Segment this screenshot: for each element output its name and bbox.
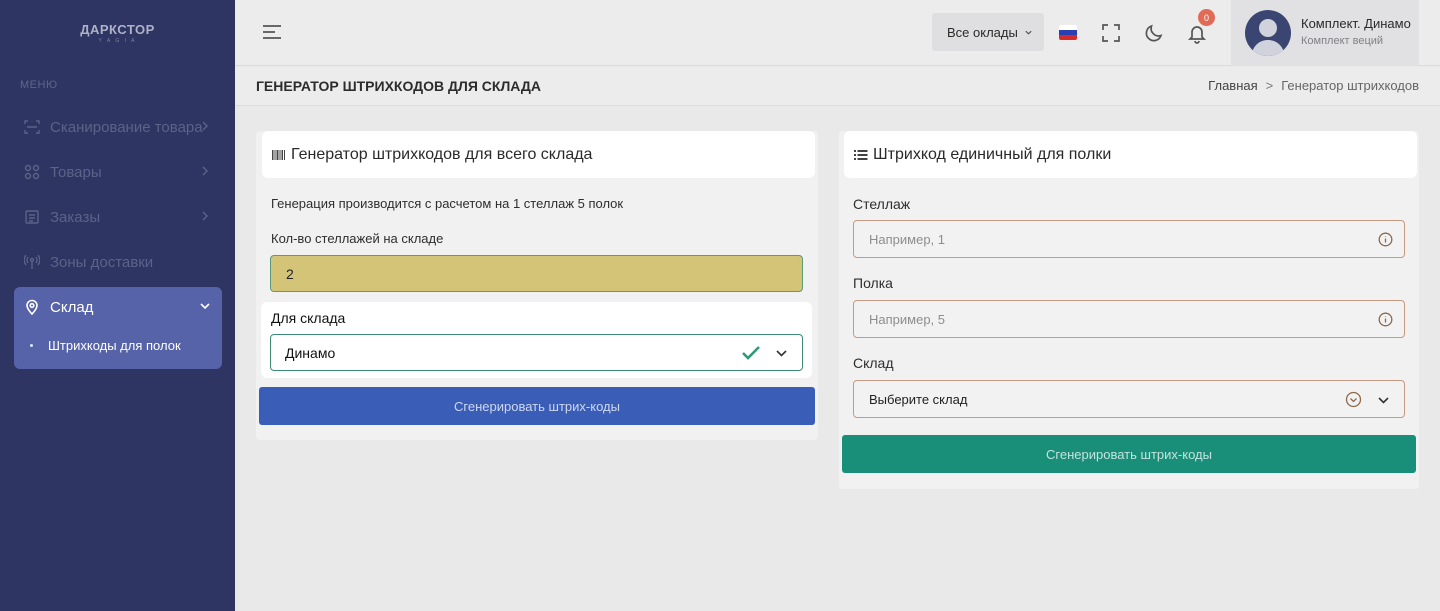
scan-icon <box>23 118 41 136</box>
check-icon <box>742 346 760 360</box>
sidebar: ДАРКСТОР Y A G I A МЕНЮ Сканирование тов… <box>0 0 235 611</box>
page-title: ГЕНЕРАТОР ШТРИХКОДОВ ДЛЯ СКЛАДА <box>256 78 541 94</box>
warehouse-select-right[interactable]: Выберите склад <box>853 380 1405 418</box>
shelf-input[interactable]: Например, 5 <box>853 300 1405 338</box>
chevron-circle-icon <box>1345 391 1362 408</box>
sidebar-item-orders[interactable]: Заказы <box>14 197 222 237</box>
warehouse-label: Склад <box>853 355 894 371</box>
chevron-right-icon <box>202 211 208 221</box>
user-avatar-icon <box>1251 19 1285 56</box>
for-warehouse-label: Для склада <box>271 310 346 326</box>
logo[interactable]: ДАРКСТОР Y A G I A <box>0 0 235 66</box>
fullscreen-icon[interactable] <box>1100 22 1122 44</box>
sidebar-subitem-shelf-barcodes[interactable]: Штрихкоды для полок <box>30 338 181 353</box>
notification-badge: 0 <box>1198 9 1215 26</box>
chevron-down-icon <box>776 350 787 357</box>
sidebar-item-label: Склад <box>50 298 94 316</box>
racks-count-value: 2 <box>286 265 294 282</box>
info-icon <box>1378 232 1393 247</box>
user-name: Комплект. Динамо <box>1301 16 1411 31</box>
user-role: Комплект веций <box>1301 35 1384 47</box>
menu-title: МЕНЮ <box>20 79 58 91</box>
bullet-icon <box>30 344 33 347</box>
grid-icon <box>23 163 41 181</box>
sidebar-item-label: Сканирование товара <box>50 118 203 136</box>
sidebar-item-label: Товары <box>50 163 102 181</box>
russian-flag-icon[interactable] <box>1059 25 1077 40</box>
racks-count-input[interactable]: 2 <box>270 255 803 292</box>
avatar <box>1245 10 1291 56</box>
sidebar-item-warehouse[interactable]: Склад <box>14 287 222 327</box>
sidebar-item-scan[interactable]: Сканирование товара <box>14 107 222 147</box>
warehouse-dropdown-value: Динамо <box>285 344 336 361</box>
info-icon <box>1378 312 1393 327</box>
menu-toggle-icon[interactable] <box>261 22 283 42</box>
racks-count-label: Кол-во стеллажей на складе <box>271 231 444 246</box>
breadcrumb-current: Генератор штрихкодов <box>1281 78 1419 93</box>
chevron-down-icon <box>1378 397 1389 404</box>
card-title: Штрихкод единичный для полки <box>873 145 1112 163</box>
shelf-input-placeholder: Например, 5 <box>869 311 946 327</box>
moon-icon[interactable] <box>1143 22 1165 44</box>
barcode-icon <box>272 149 285 160</box>
shelf-label: Полка <box>853 275 893 291</box>
generation-info-text: Генерация производится с расчетом на 1 с… <box>271 196 624 211</box>
breadcrumb-separator: > <box>1265 78 1274 93</box>
chevron-right-icon <box>202 121 208 131</box>
chevron-down-icon <box>200 303 210 310</box>
chevron-right-icon <box>202 166 208 176</box>
map-pin-icon <box>23 298 41 316</box>
warehouse-generator-card-header: Генератор штрихкодов для всего склада <box>262 131 815 178</box>
generate-warehouse-barcodes-button[interactable]: Сгенерировать штрих-коды <box>259 387 815 425</box>
generate-shelf-barcode-button[interactable]: Сгенерировать штрих-коды <box>842 435 1416 473</box>
breadcrumb: Главная > Генератор штрихкодов <box>1208 78 1419 93</box>
sidebar-item-products[interactable]: Товары <box>14 152 222 192</box>
rack-label: Стеллаж <box>853 196 911 212</box>
topbar: Все оклады 0 Комплект. Динамо Комплект в… <box>235 0 1440 66</box>
rack-input-placeholder: Например, 1 <box>869 231 946 247</box>
rack-input[interactable]: Например, 1 <box>853 220 1405 258</box>
list-icon <box>854 149 868 160</box>
warehouse-select[interactable]: Все оклады <box>932 13 1044 51</box>
sidebar-item-delivery-zones[interactable]: Зоны доставки <box>14 242 222 282</box>
page-header: ГЕНЕРАТОР ШТРИХКОДОВ ДЛЯ СКЛАДА Главная … <box>235 67 1440 106</box>
card-title: Генератор штрихкодов для всего склада <box>291 145 593 163</box>
warehouse-select-placeholder: Выберите склад <box>869 391 968 407</box>
antenna-icon <box>23 253 41 271</box>
sidebar-item-label: Заказы <box>50 208 101 226</box>
chevron-down-icon <box>1025 30 1032 35</box>
breadcrumb-home[interactable]: Главная <box>1208 78 1257 93</box>
sidebar-subitem-label: Штрихкоды для полок <box>48 338 181 353</box>
list-icon <box>23 208 41 226</box>
shelf-barcode-card-header: Штрихкод единичный для полки <box>844 131 1417 178</box>
warehouse-select-value: Все оклады <box>947 24 1018 40</box>
logo-subtext: Y A G I A <box>98 38 137 44</box>
sidebar-item-label: Зоны доставки <box>50 253 154 271</box>
logo-text: ДАРКСТОР <box>80 22 155 37</box>
user-menu[interactable]: Комплект. Динамо Комплект веций <box>1231 0 1419 66</box>
warehouse-dropdown[interactable]: Динамо <box>270 334 803 371</box>
